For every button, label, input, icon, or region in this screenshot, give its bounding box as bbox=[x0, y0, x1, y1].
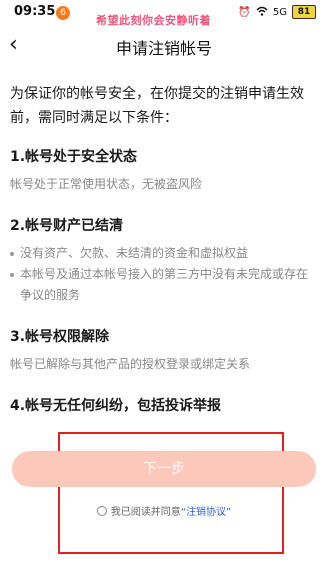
page-title: 申请注销帐号 bbox=[115, 39, 212, 58]
condition-bullet: 没有资产、欠款、未结清的资金和虚拟权益 bbox=[10, 243, 316, 264]
agreement-text: 我已阅读并同意 bbox=[110, 507, 181, 518]
app-notification-icon: 6 bbox=[56, 6, 70, 20]
condition-title: 2.帐号财产已结清 bbox=[10, 218, 124, 234]
status-icons: ⏰ 5G 81 bbox=[238, 5, 316, 19]
conditions-content: 为保证你的帐号安全，在你提交的注销申请生效前，需同时满足以下条件： 1.帐号处于… bbox=[10, 82, 316, 423]
battery-icon: 81 bbox=[292, 5, 316, 19]
condition-description: 帐号处于正常使用状态，无被盗风险 bbox=[10, 177, 203, 191]
signal-icon: 5G bbox=[272, 6, 287, 18]
condition-title: 4.帐号无任何纠纷，包括投诉举报 bbox=[10, 398, 222, 414]
condition-title: 1.帐号处于安全状态 bbox=[10, 149, 138, 165]
navigation-bar: ‹ 申请注销帐号 bbox=[0, 30, 328, 64]
intro-text: 为保证你的帐号安全，在你提交的注销申请生效前，需同时满足以下条件： bbox=[10, 86, 304, 126]
status-bar: 09:35 6 希望此刻你会安静听着 ⏰ 5G 81 bbox=[0, 0, 328, 27]
agree-radio-icon[interactable] bbox=[96, 506, 107, 516]
condition-bullet-list: 没有资产、欠款、未结清的资金和虚拟权益 本帐号及通过本帐号接入的第三方中没有未完… bbox=[10, 243, 316, 306]
condition-title: 3.帐号权限解除 bbox=[10, 329, 110, 345]
alarm-icon: ⏰ bbox=[238, 6, 251, 18]
notification-banner-text: 希望此刻你会安静听着 bbox=[96, 14, 211, 27]
next-step-button[interactable]: 下一步 bbox=[12, 451, 316, 487]
status-time: 09:35 bbox=[14, 4, 56, 19]
condition-bullet: 本帐号及通过本帐号接入的第三方中没有未完成或存在争议的服务 bbox=[10, 264, 316, 306]
agreement-row: 我已阅读并同意“注销协议” bbox=[0, 503, 328, 518]
wifi-icon bbox=[256, 6, 268, 19]
condition-description: 帐号已解除与其他产品的授权登录或绑定关系 bbox=[10, 357, 251, 371]
cancellation-agreement-link[interactable]: “注销协议” bbox=[181, 507, 231, 518]
